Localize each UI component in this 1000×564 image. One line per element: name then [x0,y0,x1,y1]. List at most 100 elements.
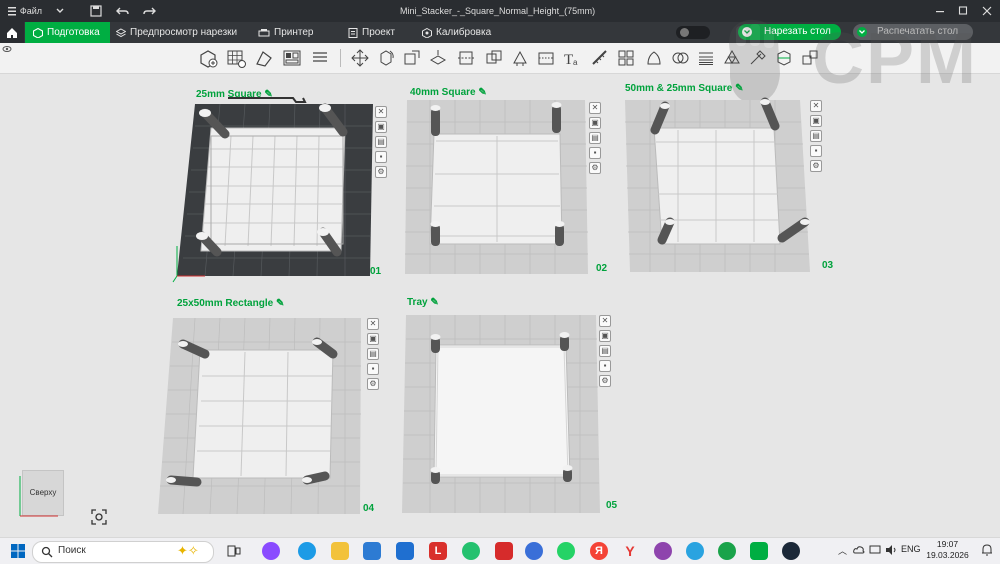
image-icon[interactable]: ▣ [599,330,611,342]
arrange-icon[interactable]: ▤ [810,130,822,142]
save-icon[interactable] [90,0,104,22]
layers-icon [116,27,126,37]
move-icon[interactable] [350,48,370,68]
fit-view-icon[interactable] [90,508,108,526]
notification-bell-icon[interactable] [980,543,994,557]
split-icon[interactable] [310,48,330,68]
tab-preview[interactable]: Предпросмотр нарезки [116,22,246,43]
arrange-icon[interactable]: ▤ [375,136,387,148]
gear-icon[interactable]: ⚙ [375,166,387,178]
tab-project-label: Проект [362,27,395,38]
view-cube[interactable]: Сверху [14,468,64,520]
image-icon[interactable]: ▣ [589,117,601,129]
lock-icon[interactable]: ▪ [589,147,601,159]
telegram-icon[interactable] [686,542,704,560]
tab-project[interactable]: Проект [348,22,408,43]
plane-app-icon[interactable] [462,542,480,560]
tab-printer-label: Принтер [274,27,314,38]
color-paint-icon[interactable] [644,48,664,68]
arrange-icon[interactable]: ▤ [367,348,379,360]
home-icon[interactable] [0,22,24,43]
gear-icon[interactable]: ⚙ [589,162,601,174]
seam-paint-icon[interactable] [536,48,556,68]
folder-icon[interactable] [331,542,349,560]
gear-icon[interactable]: ⚙ [367,378,379,390]
plate-3[interactable]: 50mm & 25mm Square ✎ ✕ ▣ ▤ ▪ ⚙ 03 [620,82,835,277]
tab-prepare[interactable]: Подготовка [25,22,110,43]
close-icon[interactable]: ✕ [375,106,387,118]
steam-icon[interactable] [782,542,800,560]
text-emboss-icon[interactable]: Ta [562,48,582,68]
language-indicator[interactable]: ENG [901,544,921,554]
clock[interactable]: 19:07 19.03.2026 [925,539,970,561]
undo-icon[interactable] [116,0,130,22]
build-plate [402,315,600,513]
cube-icon [33,27,43,38]
alice-icon[interactable] [262,542,280,560]
close-icon[interactable]: ✕ [810,100,822,112]
lock-icon[interactable]: ▪ [810,145,822,157]
plate-2[interactable]: 40mm Square ✎ ✕ ▣ ▤ ▪ ⚙ 02 [400,86,612,281]
store-icon[interactable] [363,542,381,560]
task-view-icon[interactable] [225,542,243,560]
measure-icon[interactable] [590,48,610,68]
tab-printer[interactable]: Принтер [258,22,328,43]
gear-icon[interactable]: ⚙ [810,160,822,172]
hamburger-icon [8,7,16,16]
bambu-studio-icon[interactable] [750,542,768,560]
chat-app-icon[interactable] [654,542,672,560]
image-icon[interactable]: ▣ [367,333,379,345]
add-plate-icon[interactable] [226,48,246,68]
cloud-icon[interactable] [853,544,865,556]
boolean-icon[interactable] [484,48,504,68]
redo-icon[interactable] [142,0,156,22]
yandex-icon[interactable]: Я [590,542,608,560]
whatsapp-icon[interactable] [557,542,575,560]
lay-on-face-icon[interactable] [428,48,448,68]
plate-1[interactable]: 25mm Square ✎ ✕ ▣ ▤ ▪ ⚙ 01 [165,86,387,286]
edge-icon[interactable] [298,542,316,560]
cut-icon[interactable] [456,48,476,68]
search-box[interactable]: Поиск ✦✧ [32,541,214,563]
tab-calibration[interactable]: Калибровка [422,22,502,43]
chevron-down-icon[interactable] [55,0,67,22]
lock-icon[interactable]: ▪ [367,363,379,375]
support-paint-icon[interactable] [510,48,530,68]
plate-4[interactable]: 25x50mm Rectangle ✎ ✕ ▣ ▤ ▪ ⚙ 04 [155,296,385,518]
close-icon[interactable]: ✕ [367,318,379,330]
browser-icon[interactable] [525,542,543,560]
auto-orient-icon[interactable] [254,48,274,68]
plate-controls: ✕ ▣ ▤ ▪ ⚙ [375,106,387,181]
scale-icon[interactable] [402,48,422,68]
mail-icon[interactable] [396,542,414,560]
arrange-icon[interactable]: ▤ [599,345,611,357]
file-menu-label: Файл [19,6,42,16]
assemble-icon[interactable] [616,48,636,68]
plate-5[interactable]: Tray ✎ ✕ ▣ ▤ ▪ ⚙ 05 [400,295,625,517]
tab-preview-label: Предпросмотр нарезки [130,27,238,38]
arrange-icon[interactable]: ▤ [589,132,601,144]
file-menu[interactable]: Файл [8,0,42,22]
image-icon[interactable]: ▣ [810,115,822,127]
close-icon[interactable]: ✕ [599,315,611,327]
chevron-up-icon[interactable]: ︿ [838,544,847,557]
clock-date: 19.03.2026 [926,550,969,560]
close-icon[interactable]: ✕ [589,102,601,114]
add-object-icon[interactable] [198,48,218,68]
lock-icon[interactable]: ▪ [375,151,387,163]
l-app-icon[interactable]: L [429,542,447,560]
image-icon[interactable]: ▣ [375,121,387,133]
monitor-icon[interactable] [869,544,881,556]
yandex-browser-icon[interactable]: Y [621,542,639,560]
eye-icon[interactable] [2,44,12,54]
lock-icon[interactable]: ▪ [599,360,611,372]
mesh-boolean-icon[interactable] [670,48,690,68]
gear-icon[interactable]: ⚙ [599,375,611,387]
arrange-icon[interactable] [282,48,302,68]
windows-start-icon[interactable] [9,542,27,560]
plate-controls: ✕ ▣ ▤ ▪ ⚙ [367,318,379,393]
volume-icon[interactable] [885,544,897,556]
mail-ru-icon[interactable] [495,542,513,560]
rotate-icon[interactable] [376,48,396,68]
utorrent-icon[interactable] [718,542,736,560]
